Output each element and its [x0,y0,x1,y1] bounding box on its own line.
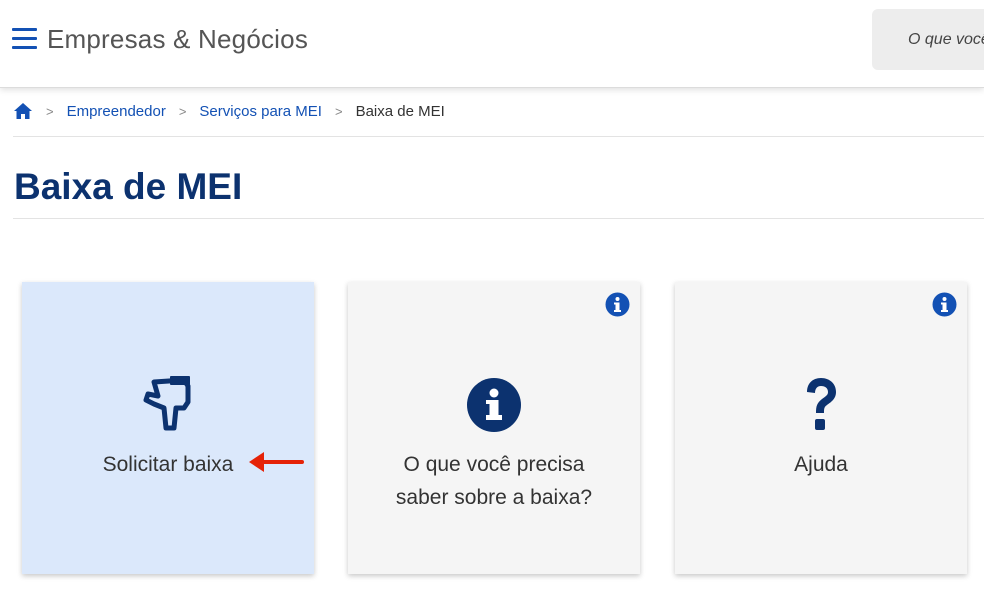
breadcrumb: > Empreendedor > Serviços para MEI > Bai… [13,100,445,122]
breadcrumb-current: Baixa de MEI [355,102,445,120]
hand-pointing-icon [143,376,191,431]
breadcrumb-separator: > [334,103,343,119]
info-icon[interactable] [932,292,957,317]
info-icon[interactable] [605,292,630,317]
question-mark-icon [807,378,836,430]
card-label-line1: O que você precisa [403,453,585,476]
info-circle-icon [467,378,521,432]
search-input[interactable] [872,9,984,70]
card-solicitar-baixa[interactable]: Solicitar baixa [22,282,314,574]
breadcrumb-separator: > [46,103,54,119]
divider [13,136,984,137]
card-ajuda[interactable]: Ajuda [675,282,967,574]
card-label-line2: saber sobre a baixa? [395,486,593,509]
red-arrow-annotation-icon [249,452,304,472]
divider [13,218,984,219]
header-bar: Empresas & Negócios [0,0,984,88]
breadcrumb-link-servicos-mei[interactable]: Serviços para MEI [199,103,322,120]
breadcrumb-link-empreendedor[interactable]: Empreendedor [67,103,166,120]
card-label: Ajuda [794,453,848,476]
card-o-que-voce-precisa-saber[interactable]: O que você precisa saber sobre a baixa? [348,282,640,574]
page-title: Baixa de MEI [14,166,243,207]
site-title[interactable]: Empresas & Negócios [47,24,308,55]
hamburger-menu-icon[interactable] [12,28,37,50]
breadcrumb-separator: > [178,103,187,119]
home-icon[interactable] [13,102,33,120]
